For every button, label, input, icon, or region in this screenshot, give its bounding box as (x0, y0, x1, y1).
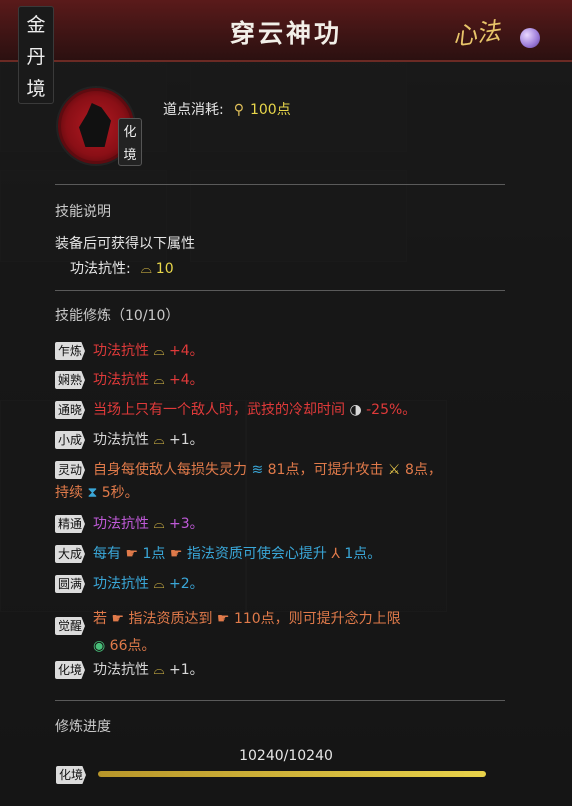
stage-badge: 通晓 (55, 401, 85, 419)
row-value: +1。 (168, 662, 204, 678)
cultivation-row: 乍炼 功法抗性 ⌓ +4。 (55, 340, 515, 363)
realm-char: 丹 (26, 45, 46, 68)
pointing-hand-icon: ☛ (169, 546, 183, 562)
row-value: 110点，则可提升念力上限 (233, 611, 401, 627)
pointing-hand-icon: ☛ (216, 611, 230, 627)
emblem-tag-char: 化 (123, 125, 137, 140)
row-value: 8点， (404, 462, 442, 478)
crit-burst-icon: ⅄ (331, 546, 340, 562)
cultivation-row: 化境 功法抗性 ⌓ +1。 (55, 659, 515, 682)
attr-value: 10 (155, 261, 174, 277)
cultivation-row: 通晓 当场上只有一个敌人时，武技的冷却时间 ◑ -25%。 (55, 399, 515, 422)
row-value: +2。 (168, 576, 204, 592)
row-text: 功法抗性 (93, 372, 149, 388)
row-value: -25%。 (366, 402, 417, 418)
row-value: 1点 (142, 546, 166, 562)
cultivation-row: 大成 每有 ☛ 1点 ☛ 指法资质可使会心提升 ⅄ 1点。 (55, 543, 515, 566)
row-text: 当场上只有一个敌人时，武技的冷却时间 (93, 402, 345, 418)
row-text: 自身每使敌人每损失灵力 (93, 462, 247, 478)
cultivation-row: 灵动 自身每使敌人每损失灵力 ≋ 81点，可提升攻击 ⚔ 8点， 持续 ⧗ 5秒。 (55, 459, 515, 505)
cultivation-row: 精通 功法抗性 ⌓ +3。 (55, 513, 515, 536)
row-text: 指法资质达到 (128, 611, 213, 627)
helmet-icon: ⌓ (140, 261, 152, 277)
row-value: 66点。 (109, 638, 156, 654)
row-text: 持续 (55, 485, 83, 501)
row-value: +1。 (168, 432, 204, 448)
cultivation-row: 觉醒若 ☛ 指法资质达到 ☛ 110点，则可提升念力上限 ◉ 66点。 (55, 603, 515, 658)
taiji-icon (520, 28, 540, 48)
description-title: 技能说明 (55, 204, 111, 220)
helmet-icon: ⌓ (153, 343, 165, 359)
row-value: 1点。 (344, 546, 382, 562)
stage-badge: 觉醒 (55, 617, 85, 635)
stage-badge: 娴熟 (55, 371, 85, 389)
mode-label: 心法 (450, 16, 503, 52)
divider (55, 290, 505, 291)
divider (55, 184, 505, 185)
row-value: +4。 (168, 372, 204, 388)
cost-label: 道点消耗: (163, 102, 224, 118)
row-text: 功法抗性 (93, 576, 149, 592)
row-text: 功法抗性 (93, 662, 149, 678)
row-value: 5秒。 (101, 485, 139, 501)
progress-stage-badge: 化境 (56, 766, 86, 784)
realm-tag: 金 丹 境 (18, 6, 54, 104)
row-text: 指法资质可使会心提升 (186, 546, 327, 562)
description-intro: 装备后可获得以下属性 (55, 236, 195, 252)
row-value: 81点，可提升攻击 (267, 462, 384, 478)
row-text: 功法抗性 (93, 343, 149, 359)
emblem-tag-char: 境 (123, 148, 137, 163)
emblem-realm-tag: 化 境 (118, 118, 142, 166)
stage-badge: 化境 (55, 661, 85, 679)
cultivation-title: 技能修炼（10/10） (55, 308, 180, 324)
stage-badge: 小成 (55, 431, 85, 449)
location-pin-icon: ⚲ (233, 102, 244, 118)
progress-fill (98, 771, 486, 777)
helmet-icon: ⌓ (153, 576, 165, 592)
skill-detail-panel: 穿云神功 心法 金 丹 境 化 境 道点消耗: ⚲ 100点 技能说明 装备后可获得… (0, 0, 572, 806)
realm-char: 境 (26, 77, 46, 100)
progress-bar (98, 771, 486, 777)
helmet-icon: ⌓ (153, 662, 165, 678)
cost-value: 100点 (249, 102, 291, 118)
row-text: 每有 (93, 546, 121, 562)
cloaked-figure-icon (79, 103, 111, 147)
pointing-hand-icon: ☛ (111, 611, 125, 627)
hourglass-icon: ⧗ (87, 485, 98, 501)
row-value: +4。 (168, 343, 204, 359)
header-bar: 穿云神功 心法 (0, 0, 572, 62)
pointing-hand-icon: ☛ (125, 546, 139, 562)
cultivation-row: 娴熟 功法抗性 ⌓ +4。 (55, 369, 515, 392)
cost-line: 道点消耗: ⚲ 100点 (163, 99, 291, 119)
divider (55, 700, 505, 701)
stage-badge: 灵动 (55, 461, 85, 479)
row-text: 功法抗性 (93, 432, 149, 448)
stage-badge: 大成 (55, 545, 85, 563)
helmet-icon: ⌓ (153, 372, 165, 388)
stage-badge: 圆满 (55, 575, 85, 593)
progress-value: 10240/10240 (239, 748, 333, 764)
helmet-icon: ⌓ (153, 432, 165, 448)
stage-badge: 乍炼 (55, 342, 85, 360)
cooldown-icon: ◑ (349, 402, 362, 418)
cultivation-row: 圆满 功法抗性 ⌓ +2。 (55, 573, 515, 596)
eye-icon: ◉ (93, 638, 106, 654)
helmet-icon: ⌓ (153, 516, 165, 532)
cultivation-row: 小成 功法抗性 ⌓ +1。 (55, 429, 515, 452)
progress-label: 修炼进度 (55, 719, 111, 735)
stage-badge: 精通 (55, 515, 85, 533)
attr-label: 功法抗性: (70, 261, 131, 277)
crossed-swords-icon: ⚔ (387, 462, 401, 478)
description-attr: 功法抗性: ⌓ 10 (70, 258, 174, 278)
row-text: 功法抗性 (93, 516, 149, 532)
realm-char: 金 (26, 13, 46, 36)
row-text: 若 (93, 611, 107, 627)
spirit-waves-icon: ≋ (251, 462, 264, 478)
row-value: +3。 (168, 516, 204, 532)
